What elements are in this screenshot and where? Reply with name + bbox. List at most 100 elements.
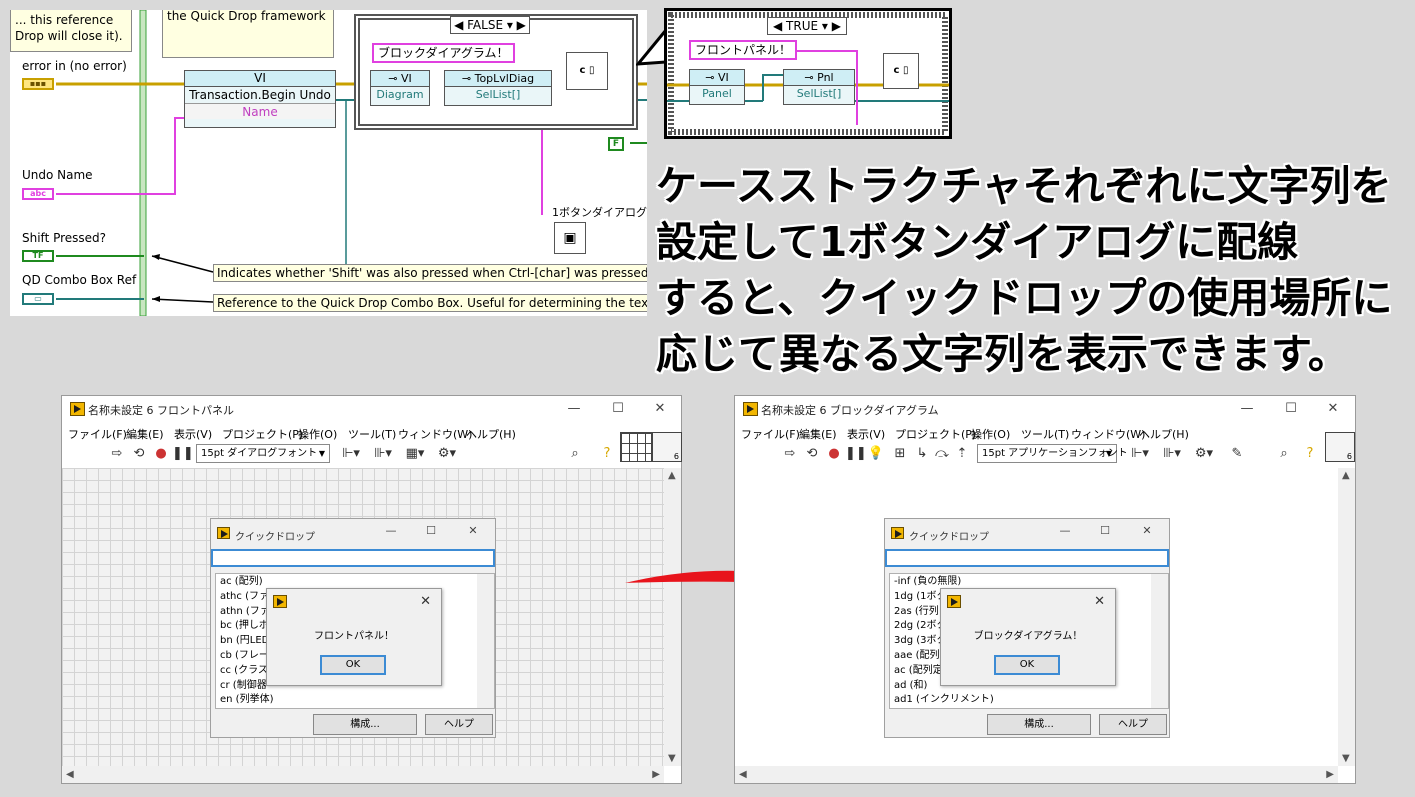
pause-icon[interactable]: ❚❚	[845, 446, 867, 461]
abort-icon[interactable]: ●	[825, 446, 843, 461]
qd-combo-terminal[interactable]: ▭	[22, 293, 54, 305]
menu-file[interactable]: ファイル(F)	[68, 426, 127, 442]
menu-view[interactable]: 表示(V)	[847, 426, 885, 442]
vi-icon[interactable]: 6	[1325, 432, 1355, 462]
run-continuous-icon[interactable]: ⟲	[803, 446, 821, 461]
fp-canvas[interactable]: クイックドロップ — ☐ ✕ ac (配列) athc (ファイ athn (フ…	[62, 468, 664, 766]
fp-horizontal-scrollbar[interactable]: ◀ ▶	[62, 766, 664, 783]
vi-icon[interactable]: 6	[652, 432, 682, 462]
menu-project[interactable]: プロジェクト(P)	[895, 426, 976, 442]
highlight-execution-icon[interactable]: 💡	[867, 446, 885, 461]
clean-up-diagram-icon[interactable]: ✎	[1225, 446, 1249, 461]
msg-close-button[interactable]: ✕	[420, 594, 431, 609]
case-selector-true[interactable]: ◀ TRUE ▾ ▶	[767, 17, 847, 35]
menu-tools[interactable]: ツール(T)	[1021, 426, 1069, 442]
msg-close-button[interactable]: ✕	[1094, 594, 1105, 609]
qd-scrollbar[interactable]	[477, 574, 494, 708]
scroll-up-icon[interactable]: ▲	[668, 470, 676, 481]
align-icon[interactable]: ⊩▾	[1127, 446, 1153, 461]
help-icon[interactable]: ?	[598, 446, 616, 461]
bd-titlebar[interactable]: 名称未設定 6 ブロックダイアグラム — ☐ ✕	[735, 396, 1355, 424]
message-dialog-bd[interactable]: ✕ ブロックダイアグラム！ OK	[940, 588, 1116, 686]
case-selector-false[interactable]: ◀ FALSE ▾ ▶	[450, 16, 530, 34]
qd-help-button[interactable]: ヘルプ	[425, 714, 493, 735]
align-icon[interactable]: ⊩▾	[338, 446, 364, 461]
true-format-node[interactable]: c ▯	[883, 53, 919, 89]
qd-help-button[interactable]: ヘルプ	[1099, 714, 1167, 735]
menu-file[interactable]: ファイル(F)	[741, 426, 800, 442]
scroll-up-icon[interactable]: ▲	[1342, 470, 1350, 481]
shift-pressed-terminal[interactable]: TF	[22, 250, 54, 262]
toplvldiag-property-node[interactable]: ⊸ TopLvlDiag SelList[]	[444, 70, 552, 106]
retain-wire-values-icon[interactable]: ⊞	[891, 446, 909, 461]
run-continuous-icon[interactable]: ⟲	[130, 446, 148, 461]
menu-edit[interactable]: 編集(E)	[126, 426, 164, 442]
run-arrow-icon[interactable]: ⇨	[781, 446, 799, 461]
minimize-button[interactable]: —	[1237, 401, 1257, 416]
fp-titlebar[interactable]: 名称未設定 6 フロントパネル — ☐ ✕	[62, 396, 681, 424]
bd-horizontal-scrollbar[interactable]: ◀ ▶	[735, 766, 1338, 783]
true-vi-property-node[interactable]: ⊸ VI Panel	[689, 69, 745, 105]
pnl-property-node[interactable]: ⊸ Pnl SelList[]	[783, 69, 855, 105]
scroll-right-icon[interactable]: ▶	[1326, 769, 1334, 780]
qd-search-input[interactable]	[885, 549, 1169, 567]
format-into-string-node[interactable]: c ▯	[566, 52, 608, 90]
ok-button[interactable]: OK	[320, 655, 386, 675]
front-panel-window[interactable]: 名称未設定 6 フロントパネル — ☐ ✕ ファイル(F) 編集(E) 表示(V…	[61, 395, 682, 784]
menu-tools[interactable]: ツール(T)	[348, 426, 396, 442]
qd-minimize-button[interactable]: —	[1055, 524, 1075, 537]
false-bool-constant[interactable]: F	[608, 137, 624, 151]
step-into-icon[interactable]: ↳	[913, 446, 931, 461]
maximize-button[interactable]: ☐	[1281, 401, 1301, 416]
qd-close-button[interactable]: ✕	[463, 524, 483, 537]
menu-help[interactable]: ヘルプ(H)	[466, 426, 516, 442]
search-icon[interactable]: ⌕	[566, 446, 584, 461]
step-over-icon[interactable]: ⤼	[933, 446, 951, 461]
connector-pane-icon[interactable]	[620, 432, 652, 462]
help-icon[interactable]: ?	[1301, 446, 1319, 461]
menu-operate[interactable]: 操作(O)	[298, 426, 337, 442]
bd-vertical-scrollbar[interactable]: ▲ ▼	[1338, 468, 1355, 766]
search-icon[interactable]: ⌕	[1275, 446, 1293, 461]
reorder-icon[interactable]: ⚙▾	[1191, 446, 1217, 461]
menu-view[interactable]: 表示(V)	[174, 426, 212, 442]
pause-icon[interactable]: ❚❚	[172, 446, 194, 461]
menu-window[interactable]: ウィンドウ(W)	[398, 426, 472, 442]
list-item[interactable]: ad1 (インクリメント)	[894, 693, 1164, 708]
true-string-constant[interactable]: フロントパネル！	[689, 40, 798, 60]
invoke-node-begin-undo[interactable]: VI Transaction.Begin Undo Name	[184, 70, 336, 128]
configure-button[interactable]: 構成...	[987, 714, 1091, 735]
close-button[interactable]: ✕	[650, 401, 670, 416]
bd-canvas[interactable]: クイックドロップ — ☐ ✕ -inf (負の無限) 1dg (1ボタ 2as …	[735, 468, 1338, 766]
menu-window[interactable]: ウィンドウ(W)	[1071, 426, 1145, 442]
qd-search-input[interactable]	[211, 549, 495, 567]
scroll-left-icon[interactable]: ◀	[739, 769, 747, 780]
undo-name-terminal[interactable]: abc	[22, 188, 54, 200]
minimize-button[interactable]: —	[564, 401, 584, 416]
scroll-down-icon[interactable]: ▼	[668, 753, 676, 764]
qd-maximize-button[interactable]: ☐	[1095, 524, 1115, 537]
resize-icon[interactable]: ▦▾	[402, 446, 428, 461]
close-button[interactable]: ✕	[1323, 401, 1343, 416]
maximize-button[interactable]: ☐	[608, 401, 628, 416]
step-out-icon[interactable]: ⇡	[953, 446, 971, 461]
fp-vertical-scrollbar[interactable]: ▲ ▼	[664, 468, 681, 766]
qd-scrollbar[interactable]	[1151, 574, 1168, 708]
configure-button[interactable]: 構成...	[313, 714, 417, 735]
scroll-down-icon[interactable]: ▼	[1342, 753, 1350, 764]
block-diagram-window[interactable]: 名称未設定 6 ブロックダイアグラム — ☐ ✕ ファイル(F) 編集(E) 表…	[734, 395, 1356, 784]
qd-minimize-button[interactable]: —	[381, 524, 401, 537]
one-button-dialog-icon[interactable]: ▣	[554, 222, 586, 254]
false-string-constant[interactable]: ブロックダイアグラム！	[372, 43, 515, 63]
run-arrow-icon[interactable]: ⇨	[108, 446, 126, 461]
menu-project[interactable]: プロジェクト(P)	[222, 426, 303, 442]
font-dropdown[interactable]: 15pt ダイアログフォント ▼	[196, 444, 330, 463]
menu-help[interactable]: ヘルプ(H)	[1139, 426, 1189, 442]
scroll-right-icon[interactable]: ▶	[652, 769, 660, 780]
qd-close-button[interactable]: ✕	[1137, 524, 1157, 537]
font-dropdown[interactable]: 15pt アプリケーションフォント ▼	[977, 444, 1128, 463]
error-in-terminal[interactable]: ▪▪▪	[22, 78, 54, 90]
ok-button[interactable]: OK	[994, 655, 1060, 675]
menu-edit[interactable]: 編集(E)	[799, 426, 837, 442]
abort-icon[interactable]: ●	[152, 446, 170, 461]
